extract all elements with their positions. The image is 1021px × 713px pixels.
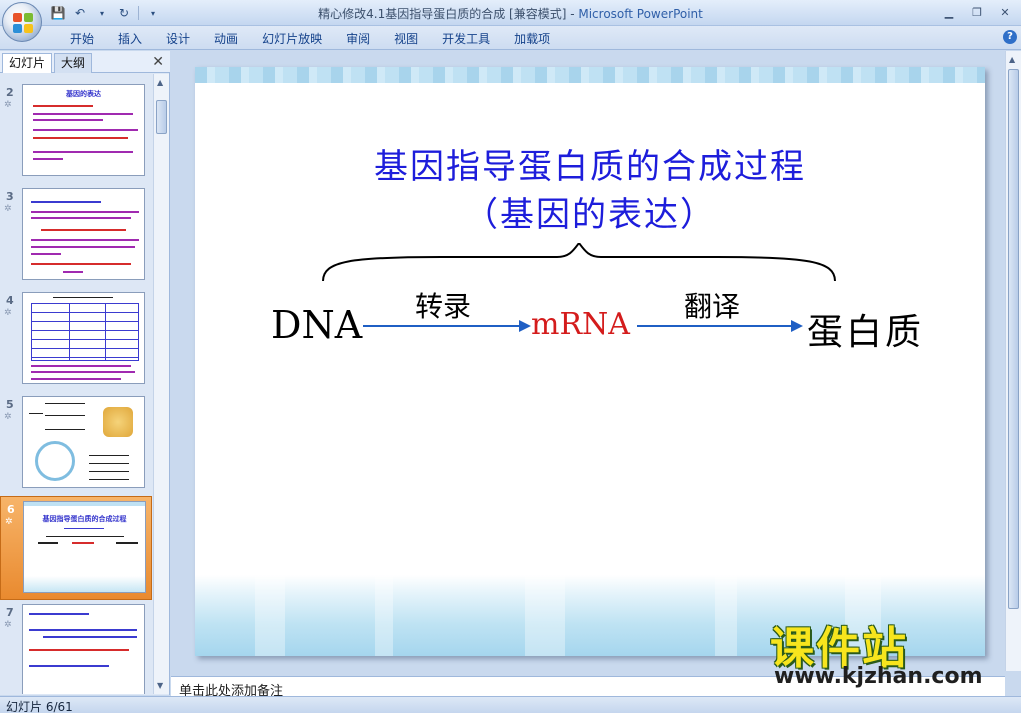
curly-brace (322, 243, 836, 282)
minimize-icon[interactable]: ▁ (937, 3, 961, 21)
tab-outline[interactable]: 大纲 (54, 53, 93, 73)
window-title: 精心修改4.1基因指导蛋白质的合成 [兼容模式] - Microsoft Pow… (0, 5, 1021, 22)
app-name: Microsoft PowerPoint (578, 7, 703, 21)
close-icon[interactable]: ✕ (993, 3, 1017, 21)
thumb-title: 基因的表达 (66, 90, 101, 98)
slide-number: 4 (6, 294, 14, 307)
title-bar: 💾 ↶ ▾ ↻ ▾ 精心修改4.1基因指导蛋白质的合成 [兼容模式] - Mic… (0, 0, 1021, 26)
label-dna: DNA (271, 303, 363, 347)
slide-number: 3 (6, 190, 14, 203)
slide-number: 2 (6, 86, 14, 99)
slide-thumbnail[interactable]: 5 ✲ (0, 392, 152, 496)
office-logo-icon (13, 13, 33, 33)
arrow-mrna-to-protein (637, 325, 793, 327)
ribbon-tab-bar: 开始 插入 设计 动画 幻灯片放映 审阅 视图 开发工具 加载项 ? (0, 26, 1021, 50)
arrow-dna-to-mrna (363, 325, 521, 327)
document-title: 精心修改4.1基因指导蛋白质的合成 [兼容模式] (318, 7, 567, 21)
transition-icon: ✲ (4, 308, 12, 318)
slide-title-line1: 基因指导蛋白质的合成过程 (374, 147, 806, 187)
slide-preview: 基因指导蛋白质的合成过程 (23, 501, 146, 593)
tab-home[interactable]: 开始 (58, 30, 106, 48)
slide-decorative-band-top (195, 67, 985, 83)
slide-preview (22, 396, 145, 488)
transition-icon: ✲ (4, 100, 12, 110)
slide-thumbnail[interactable]: 2 ✲ 基因的表达 (0, 80, 152, 184)
help-icon[interactable]: ? (1003, 30, 1017, 44)
scroll-up-icon[interactable]: ▲ (1009, 55, 1015, 64)
transition-icon: ✲ (4, 412, 12, 422)
thumbnail-scrollbar[interactable]: ▲ ▼ (153, 74, 169, 694)
status-bar: 幻灯片 6/61 (0, 696, 1021, 713)
tab-addins[interactable]: 加载项 (502, 30, 562, 48)
scroll-up-icon[interactable]: ▲ (157, 78, 163, 87)
tab-slideshow[interactable]: 幻灯片放映 (250, 30, 334, 48)
slides-pane: 幻灯片 大纲 ✕ 2 ✲ 基因的表达 3 ✲ 4 ✲ 5 ✲ 6 ✲ 基因指导蛋… (0, 51, 170, 695)
slide-number: 5 (6, 398, 14, 411)
tab-review[interactable]: 审阅 (334, 30, 382, 48)
tab-insert[interactable]: 插入 (106, 30, 154, 48)
slide-thumbnail-selected[interactable]: 6 ✲ 基因指导蛋白质的合成过程 (0, 496, 152, 600)
slide-number: 7 (6, 606, 14, 619)
transition-icon: ✲ (5, 517, 13, 527)
scrollbar-thumb[interactable] (156, 100, 167, 134)
label-translation: 翻译 (684, 290, 741, 323)
slide-preview (22, 604, 145, 694)
close-icon[interactable]: ✕ (152, 54, 164, 70)
tab-slides[interactable]: 幻灯片 (2, 53, 53, 73)
label-mrna: mRNA (531, 307, 630, 342)
ribbon-tabs: 开始 插入 设计 动画 幻灯片放映 审阅 视图 开发工具 加载项 (58, 30, 562, 48)
arrowhead-icon (519, 320, 531, 332)
office-button[interactable] (2, 2, 42, 42)
tab-view[interactable]: 视图 (382, 30, 430, 48)
tab-developer[interactable]: 开发工具 (430, 30, 502, 48)
label-protein: 蛋白质 (807, 312, 925, 353)
slide-preview (22, 188, 145, 280)
slide-thumbnail[interactable]: 4 ✲ (0, 288, 152, 392)
watermark-logo: 课件站 www.kjzhan.com (770, 612, 1018, 696)
restore-icon[interactable]: ❐ (965, 3, 989, 21)
slide-thumbnail-list: 2 ✲ 基因的表达 3 ✲ 4 ✲ 5 ✲ 6 ✲ 基因指导蛋白质的合成过程 7… (0, 74, 152, 694)
tab-design[interactable]: 设计 (154, 30, 202, 48)
label-transcription: 转录 (415, 290, 472, 323)
slide-indicator: 幻灯片 6/61 (6, 700, 73, 713)
arrowhead-icon (791, 320, 803, 332)
slide-canvas: 基因指导蛋白质的合成过程 （基因的表达） 转录 翻译 DNA mRNA 蛋白质 (171, 51, 1001, 671)
watermark-url: www.kjzhan.com (774, 664, 983, 689)
slide-title-line2: （基因的表达） (464, 195, 716, 235)
current-slide[interactable]: 基因指导蛋白质的合成过程 （基因的表达） 转录 翻译 DNA mRNA 蛋白质 (195, 67, 985, 656)
pane-tabs: 幻灯片 大纲 ✕ (0, 51, 170, 73)
transition-icon: ✲ (4, 204, 12, 214)
transition-icon: ✲ (4, 620, 12, 630)
window-controls: ▁ ❐ ✕ (937, 3, 1017, 21)
slide-thumbnail[interactable]: 7 ✲ (0, 600, 152, 694)
slide-number: 6 (7, 503, 15, 516)
slide-preview: 基因的表达 (22, 84, 145, 176)
tab-animations[interactable]: 动画 (202, 30, 250, 48)
thumb-title: 基因指导蛋白质的合成过程 (42, 515, 127, 523)
scrollbar-thumb[interactable] (1008, 69, 1019, 609)
slide-preview (22, 292, 145, 384)
scroll-down-icon[interactable]: ▼ (157, 681, 163, 690)
title-separator: - (566, 7, 579, 21)
slide-scrollbar[interactable]: ▲ (1005, 51, 1021, 671)
slide-thumbnail[interactable]: 3 ✲ (0, 184, 152, 288)
